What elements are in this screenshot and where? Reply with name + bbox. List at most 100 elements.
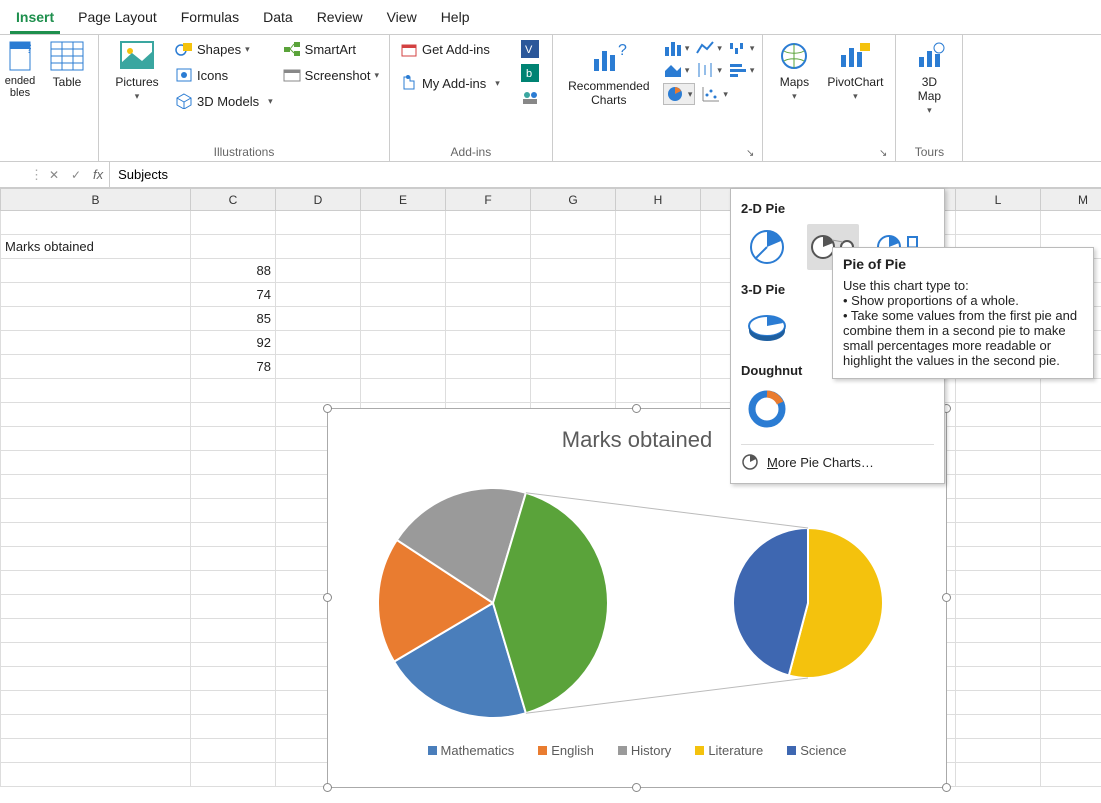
resize-handle[interactable]: [323, 783, 332, 792]
more-pie-charts-button[interactable]: MMore Pie Charts…ore Pie Charts…: [741, 447, 934, 477]
enter-icon[interactable]: ✓: [65, 168, 87, 182]
3d-models-button[interactable]: 3D Models ▾: [173, 91, 275, 111]
table-button[interactable]: Table: [44, 39, 90, 91]
3d-map-icon: [913, 41, 945, 71]
tooltip-pie-of-pie: Pie of Pie Use this chart type to: • Sho…: [832, 247, 1094, 379]
bing-addin-button[interactable]: b: [516, 63, 544, 83]
col-header-H[interactable]: H: [616, 189, 701, 211]
cell-B2[interactable]: Marks obtained: [1, 235, 191, 259]
resize-handle[interactable]: [632, 404, 641, 413]
fx-icon[interactable]: fx: [93, 167, 103, 182]
chart-legend[interactable]: Mathematics English History Literature S…: [328, 743, 946, 758]
chevron-down-icon: ▾: [490, 78, 500, 89]
tooltip-title: Pie of Pie: [843, 256, 1083, 272]
chart-plot-area[interactable]: [328, 453, 946, 733]
svg-text:?: ?: [26, 42, 31, 56]
column-chart-button[interactable]: ▾: [663, 39, 690, 57]
3d-map-button[interactable]: 3D Map▾: [904, 39, 954, 118]
resize-handle[interactable]: [323, 404, 332, 413]
pictures-icon: [120, 41, 154, 71]
maps-button[interactable]: Maps▾: [771, 39, 817, 104]
pie-option-3d-pie[interactable]: [741, 305, 793, 351]
col-header-M[interactable]: M: [1041, 189, 1101, 211]
resize-handle[interactable]: [632, 783, 641, 792]
col-header-L[interactable]: L: [956, 189, 1041, 211]
col-header-F[interactable]: F: [446, 189, 531, 211]
cell-C3[interactable]: 88: [191, 259, 276, 283]
screenshot-button[interactable]: Screenshot▾: [281, 65, 381, 85]
pie-option-doughnut[interactable]: [741, 386, 793, 432]
pie-of-pie-svg: [328, 453, 948, 733]
col-header-G[interactable]: G: [531, 189, 616, 211]
visio-addin-button[interactable]: V: [516, 39, 544, 59]
people-addin-button[interactable]: [516, 87, 544, 107]
line-chart-button[interactable]: ▾: [695, 39, 722, 57]
tab-view[interactable]: View: [381, 6, 423, 34]
pie-chart-button[interactable]: ▾: [663, 83, 696, 105]
chevron-down-icon: ▾: [374, 70, 379, 81]
legend-item: Literature: [708, 743, 763, 758]
my-addins-button[interactable]: My Add-ins ▾: [398, 73, 502, 93]
tab-data[interactable]: Data: [257, 6, 299, 34]
legend-item: History: [631, 743, 671, 758]
tab-page-layout[interactable]: Page Layout: [72, 6, 163, 34]
cell-C6[interactable]: 92: [191, 331, 276, 355]
pivotchart-icon: [838, 41, 872, 71]
cube-icon: [175, 93, 193, 109]
addin-icon: [400, 75, 418, 91]
smartart-button[interactable]: SmartArt: [281, 39, 381, 59]
icons-icon: [175, 67, 193, 83]
store-icon: [400, 41, 418, 57]
col-header-B[interactable]: B: [1, 189, 191, 211]
cancel-icon[interactable]: ✕: [43, 168, 65, 182]
pivotchart-dialog-launcher[interactable]: ↘: [879, 148, 887, 159]
smartart-icon: [283, 41, 301, 57]
area-chart-button[interactable]: ▾: [663, 61, 690, 79]
screenshot-icon: [283, 67, 301, 83]
worksheet[interactable]: B C D E F G H L M Marks obtained 88 74 8…: [0, 188, 1101, 787]
icons-button[interactable]: Icons: [173, 65, 275, 85]
formula-bar: ⋮ ✕ ✓ fx: [0, 162, 1101, 188]
bar-chart-button[interactable]: ▾: [728, 61, 755, 79]
legend-item: Science: [800, 743, 846, 758]
chevron-down-icon: ▾: [853, 91, 858, 102]
tab-help[interactable]: Help: [435, 6, 476, 34]
tours-group-label: Tours: [904, 143, 954, 159]
svg-text:?: ?: [618, 42, 627, 59]
resize-handle[interactable]: [942, 783, 951, 792]
formula-input[interactable]: [109, 162, 1101, 187]
svg-text:V: V: [525, 44, 533, 56]
section-2d-pie: 2-D Pie: [741, 201, 934, 216]
col-header-C[interactable]: C: [191, 189, 276, 211]
tab-insert[interactable]: Insert: [10, 6, 60, 34]
pivotchart-button[interactable]: PivotChart▾: [823, 39, 887, 104]
tooltip-line: • Take some values from the first pie an…: [843, 308, 1083, 368]
tooltip-line: Use this chart type to:: [843, 278, 1083, 293]
ribbon-tabs: Insert Page Layout Formulas Data Review …: [0, 0, 1101, 35]
col-header-E[interactable]: E: [361, 189, 446, 211]
win-loss-button[interactable]: ▾: [728, 39, 755, 57]
shapes-icon: [175, 41, 193, 57]
illustrations-group-label: Illustrations: [107, 143, 381, 159]
pie-option-pie[interactable]: [741, 224, 793, 270]
col-header-D[interactable]: D: [276, 189, 361, 211]
stock-chart-button[interactable]: ▾: [695, 61, 722, 79]
svg-text:b: b: [526, 68, 532, 80]
scatter-chart-button[interactable]: ▾: [701, 83, 728, 105]
tab-formulas[interactable]: Formulas: [175, 6, 245, 34]
addins-group-label: Add-ins: [398, 143, 544, 159]
recommended-charts-button[interactable]: ? Recommended Charts: [561, 39, 657, 109]
recommended-charts-icon: ?: [590, 41, 628, 75]
ribbon: ? ended bles Table Pictures ▾ Shapes▾: [0, 35, 1101, 162]
charts-dialog-launcher[interactable]: ↘: [746, 148, 754, 159]
cell-C4[interactable]: 74: [191, 283, 276, 307]
recommended-pivot-button[interactable]: ? ended bles: [2, 39, 38, 101]
shapes-button[interactable]: Shapes▾: [173, 39, 275, 59]
cell-C5[interactable]: 85: [191, 307, 276, 331]
chevron-down-icon: ▾: [135, 91, 140, 102]
cell-C7[interactable]: 78: [191, 355, 276, 379]
get-addins-button[interactable]: Get Add-ins: [398, 39, 502, 59]
pictures-button[interactable]: Pictures ▾: [107, 39, 167, 104]
legend-item: English: [551, 743, 594, 758]
tab-review[interactable]: Review: [311, 6, 369, 34]
